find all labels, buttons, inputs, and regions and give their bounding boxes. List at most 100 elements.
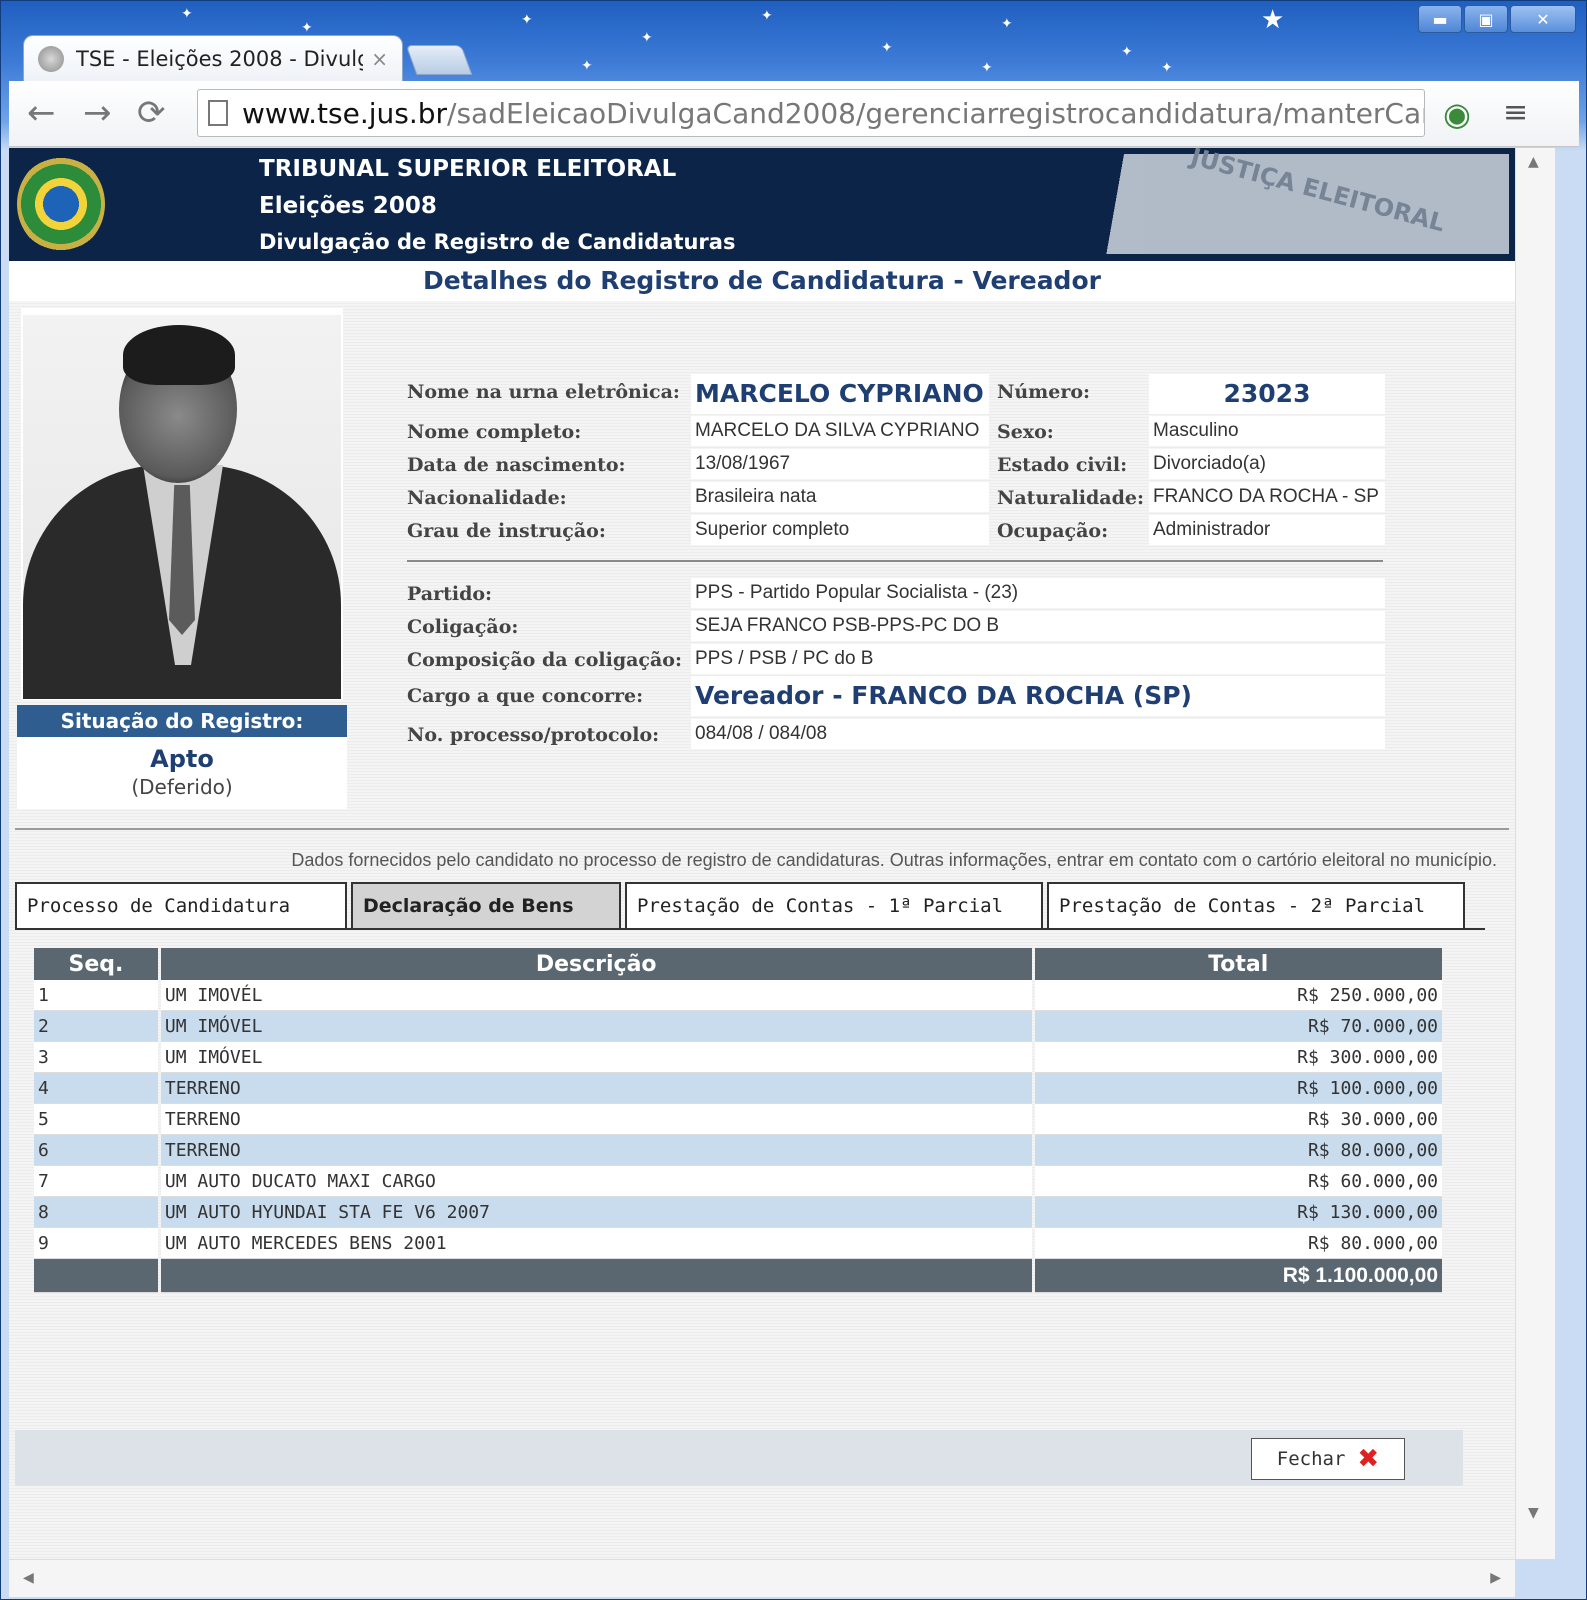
table-row: 7 UM AUTO DUCATO MAXI CARGO R$ 60.000,00 (34, 1166, 1442, 1197)
value-processo: 084/08 / 084/08 (691, 719, 1385, 749)
tab-close-icon[interactable]: × (371, 47, 388, 71)
star-decoration-icon: ✦ (981, 60, 993, 76)
label-processo: No. processo/protocolo: (407, 724, 660, 746)
forward-arrow-icon[interactable]: → (83, 93, 112, 133)
status-value: Apto (150, 745, 214, 773)
reload-icon[interactable]: ⟳ (137, 93, 166, 133)
table-row: 5 TERRENO R$ 30.000,00 (34, 1104, 1442, 1135)
browser-tab[interactable]: TSE - Eleições 2008 - Divulg × (23, 35, 403, 81)
brazil-coat-of-arms-icon (17, 156, 105, 252)
cell-seq: 3 (34, 1042, 158, 1073)
cell-desc: UM AUTO DUCATO MAXI CARGO (160, 1166, 1032, 1197)
window-controls: ▬ ▣ ✕ (1418, 5, 1576, 33)
close-page-button[interactable]: Fechar ✖ (1251, 1438, 1405, 1480)
value-naturalidade: FRANCO DA ROCHA - SP (1149, 482, 1385, 512)
tab-prestacao-contas-1[interactable]: Prestação de Contas - 1ª Parcial (625, 882, 1043, 928)
value-nascimento: 13/08/1967 (691, 449, 989, 479)
tse-favicon-icon (38, 45, 64, 72)
label-nacionalidade: Nacionalidade: (407, 487, 567, 509)
cell-desc: UM IMÓVEL (160, 1042, 1032, 1073)
star-decoration-icon: ✦ (1121, 44, 1133, 60)
back-arrow-icon[interactable]: ← (27, 93, 56, 133)
cell-desc: UM IMOVÉL (160, 980, 1032, 1011)
cell-total: R$ 30.000,00 (1034, 1104, 1442, 1135)
cell-seq: 6 (34, 1135, 158, 1166)
cell-desc: UM IMÓVEL (160, 1011, 1032, 1042)
table-row: 8 UM AUTO HYUNDAI STA FE V6 2007 R$ 130.00… (34, 1197, 1442, 1228)
grand-total: R$ 1.100.000,00 (1034, 1259, 1442, 1293)
star-decoration-icon: ✦ (641, 30, 653, 46)
value-cargo: Vereador - FRANCO DA ROCHA (SP) (691, 676, 1385, 716)
scroll-left-arrow-icon[interactable]: ◀ (23, 1570, 34, 1586)
label-cargo: Cargo a que concorre: (407, 685, 644, 707)
value-composicao: PPS / PSB / PC do B (691, 644, 1385, 674)
table-row: 3 UM IMÓVEL R$ 300.000,00 (34, 1042, 1442, 1073)
value-nacionalidade: Brasileira nata (691, 482, 989, 512)
tse-banner: TRIBUNAL SUPERIOR ELEITORAL Eleições 200… (9, 148, 1515, 261)
value-estado-civil: Divorciado(a) (1149, 449, 1385, 479)
value-nome-urna: MARCELO CYPRIANO (691, 374, 989, 414)
star-decoration-icon: ✦ (1161, 60, 1173, 76)
urn-text: JUSTIÇA ELEITORAL (1188, 148, 1449, 238)
star-decoration-icon: ✦ (301, 20, 313, 36)
table-row: 2 UM IMÓVEL R$ 70.000,00 (34, 1011, 1442, 1042)
url-host: www.tse.jus.br (242, 96, 448, 130)
label-instrucao: Grau de instrução: (407, 520, 606, 542)
cell-seq: 8 (34, 1197, 158, 1228)
browser-toolbar: ← → ⟳ www.tse.jus.br/sadEleicaoDivulgaCa… (9, 81, 1579, 147)
cell-total: R$ 60.000,00 (1034, 1166, 1442, 1197)
info-note: Dados fornecidos pelo candidato no proce… (291, 850, 1497, 870)
scroll-right-arrow-icon[interactable]: ▶ (1490, 1570, 1501, 1586)
footer-bar (15, 1430, 1463, 1486)
status-detail: (Deferido) (131, 775, 233, 799)
label-sexo: Sexo: (997, 421, 1054, 443)
cell-total: R$ 300.000,00 (1034, 1042, 1442, 1073)
window-close-button[interactable]: ✕ (1510, 5, 1576, 33)
ballot-box-image: JUSTIÇA ELEITORAL (1089, 148, 1509, 254)
value-numero: 23023 (1149, 374, 1385, 414)
cell-total: R$ 250.000,00 (1034, 980, 1442, 1011)
new-tab-button[interactable] (405, 45, 473, 75)
cell-desc: UM AUTO MERCEDES BENS 2001 (160, 1228, 1032, 1259)
vertical-scrollbar[interactable]: ▲ ▼ (1515, 148, 1555, 1559)
cell-total: R$ 100.000,00 (1034, 1073, 1442, 1104)
browser-window: ✦ ✦ ✦ ✦ ✦ ✦ ✦ ✦ ★ ✦ ✦ ✦ ▬ ▣ ✕ TSE - Elei… (0, 0, 1587, 1600)
label-estado-civil: Estado civil: (997, 454, 1128, 476)
cell-seq: 7 (34, 1166, 158, 1197)
horizontal-scrollbar[interactable]: ◀ ▶ (9, 1559, 1515, 1597)
value-partido: PPS - Partido Popular Socialista - (23) (691, 578, 1385, 608)
table-row: 6 TERRENO R$ 80.000,00 (34, 1135, 1442, 1166)
cell-total: R$ 70.000,00 (1034, 1011, 1442, 1042)
value-nome-completo: MARCELO DA SILVA CYPRIANO (691, 416, 989, 446)
header-descricao: Descrição (160, 948, 1032, 980)
value-ocupacao: Administrador (1149, 515, 1385, 545)
address-bar[interactable]: www.tse.jus.br/sadEleicaoDivulgaCand2008… (197, 89, 1425, 137)
table-total-row: R$ 1.100.000,00 (34, 1259, 1442, 1293)
star-decoration-icon: ✦ (181, 6, 193, 22)
menu-icon[interactable]: ≡ (1503, 95, 1528, 130)
tab-prestacao-contas-2[interactable]: Prestação de Contas - 2ª Parcial (1047, 882, 1465, 928)
minimize-button[interactable]: ▬ (1418, 5, 1462, 33)
total-empty-cell (34, 1259, 158, 1293)
status-box: Apto (Deferido) (17, 737, 347, 809)
candidate-photo (23, 315, 341, 699)
page-title: Detalhes do Registro de Candidatura - Ve… (9, 261, 1515, 301)
banner-subtitle: Eleições 2008 (259, 193, 437, 219)
star-decoration-icon: ★ (1261, 5, 1285, 35)
scroll-down-arrow-icon[interactable]: ▼ (1528, 1505, 1539, 1521)
cell-seq: 4 (34, 1073, 158, 1104)
table-row: 9 UM AUTO MERCEDES BENS 2001 R$ 80.000,00 (34, 1228, 1442, 1259)
maximize-button[interactable]: ▣ (1464, 5, 1508, 33)
cell-seq: 9 (34, 1228, 158, 1259)
cell-seq: 1 (34, 980, 158, 1011)
extension-eye-icon[interactable]: ◉ (1443, 95, 1471, 133)
header-seq: Seq. (34, 948, 158, 980)
tab-declaracao-bens[interactable]: Declaração de Bens (351, 882, 621, 928)
page-icon (208, 100, 228, 126)
scroll-up-arrow-icon[interactable]: ▲ (1528, 154, 1539, 170)
star-decoration-icon: ✦ (1001, 16, 1013, 32)
table-header-row: Seq. Descrição Total (34, 948, 1442, 980)
star-decoration-icon: ✦ (521, 12, 533, 28)
tab-processo-candidatura[interactable]: Processo de Candidatura (15, 882, 347, 928)
close-button-label: Fechar (1276, 1448, 1346, 1470)
